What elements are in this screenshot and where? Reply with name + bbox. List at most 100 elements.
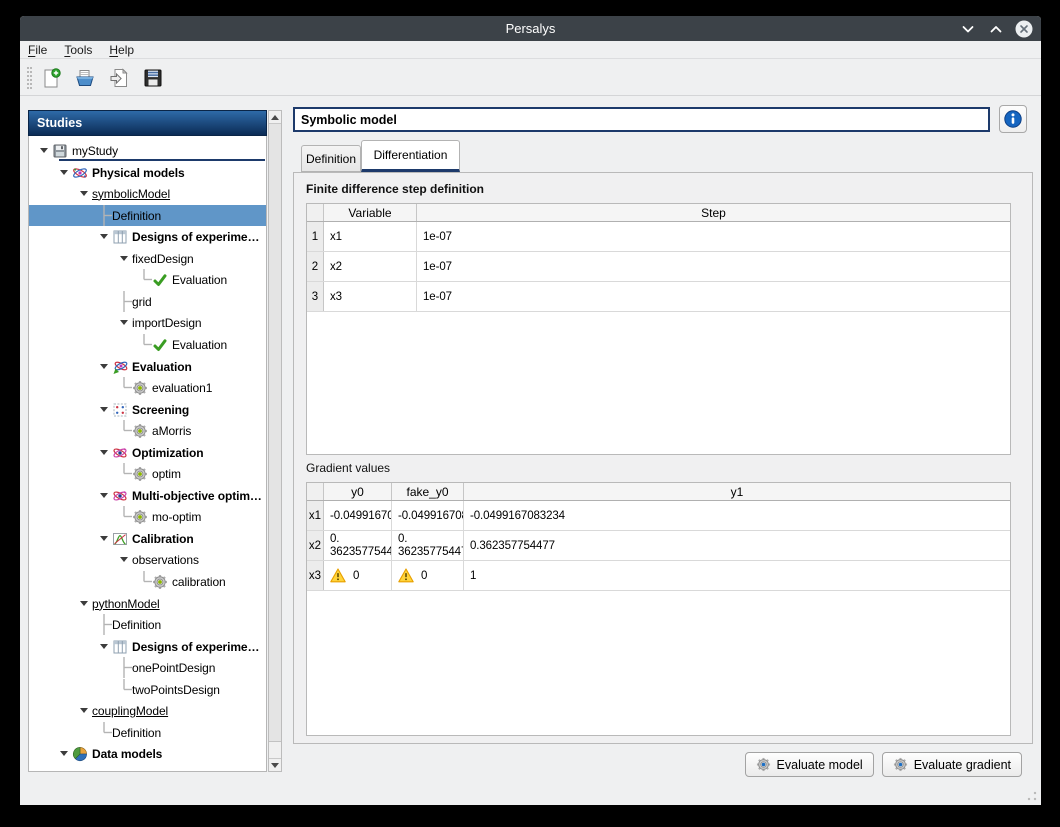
import-script-button[interactable] <box>107 66 131 90</box>
tree-item-fixeddesign[interactable]: fixedDesign <box>29 248 266 269</box>
tree-guide <box>116 420 132 441</box>
expander-icon[interactable] <box>76 183 92 204</box>
gradient-cell: 0 <box>392 561 464 590</box>
expander-icon[interactable] <box>116 312 132 333</box>
expander-icon[interactable] <box>96 356 112 377</box>
evaluate-gradient-button[interactable]: Evaluate gradient <box>882 752 1022 777</box>
tree-item-twopointsdesign[interactable]: twoPointsDesign <box>29 679 266 700</box>
tree-item-multi-objective-optim-[interactable]: Multi-objective optim… <box>29 485 266 506</box>
expander-icon[interactable] <box>96 485 112 506</box>
model-name-input[interactable] <box>293 107 990 132</box>
column-header: fake_y0 <box>392 483 464 500</box>
tab-differentiation[interactable]: Differentiation <box>361 140 460 172</box>
tree-guide <box>136 571 152 592</box>
tree-item-definition[interactable]: Definition <box>29 722 266 743</box>
tree-item-label: onePointDesign <box>132 661 217 675</box>
gear-icon <box>152 574 168 590</box>
tree-item-screening[interactable]: Screening <box>29 399 266 420</box>
scroll-up-icon[interactable] <box>269 111 281 124</box>
expander-icon[interactable] <box>76 765 92 772</box>
window-controls <box>959 16 1033 41</box>
tree-item-label: Optimization <box>132 446 205 460</box>
expander-icon[interactable] <box>36 140 52 161</box>
tree-item-label: mo-optim <box>152 510 203 524</box>
tree-item-calibration[interactable]: Calibration <box>29 528 266 549</box>
tree-item-observations[interactable]: observations <box>29 549 266 570</box>
expander-icon[interactable] <box>56 162 72 183</box>
tree-item-definition[interactable]: Definition <box>29 205 266 226</box>
tree-scrollbar[interactable] <box>268 110 282 772</box>
gradient-cell: 1 <box>464 561 1010 590</box>
tree-item-pythonmodel[interactable]: pythonModel <box>29 593 266 614</box>
toolbar-drag-handle[interactable] <box>27 67 32 89</box>
tree-item-physical-models[interactable]: Physical models <box>29 162 266 183</box>
info-button[interactable] <box>999 105 1027 133</box>
tree-item-amorris[interactable]: aMorris <box>29 420 266 441</box>
tree-item-designs-of-experime-[interactable]: Designs of experime… <box>29 226 266 247</box>
resize-grip[interactable] <box>1027 791 1037 801</box>
tree-guide <box>116 377 132 398</box>
expander-icon[interactable] <box>76 593 92 614</box>
app-window: Persalys FileToolsHelp Studies myStudyPh… <box>20 16 1041 805</box>
scroll-down-icon[interactable] <box>269 758 281 771</box>
gradient-cell: 0. 362357754477 <box>392 531 464 560</box>
tree-item-onepointdesign[interactable]: onePointDesign <box>29 657 266 678</box>
corner-cell <box>307 204 324 221</box>
tree-item-mystudy[interactable]: myStudy <box>29 140 266 161</box>
expander-icon[interactable] <box>96 226 112 247</box>
tab-definition[interactable]: Definition <box>301 145 361 172</box>
expander-icon[interactable] <box>116 549 132 570</box>
menu-item-tools[interactable]: Tools <box>64 43 92 57</box>
step-cell[interactable]: 1e-07 <box>417 282 1010 311</box>
expander-icon[interactable] <box>56 743 72 764</box>
tree-item-evaluation[interactable]: Evaluation <box>29 269 266 290</box>
tree-item-optimization[interactable]: Optimization <box>29 442 266 463</box>
minimize-button[interactable] <box>959 20 977 38</box>
expander-icon[interactable] <box>76 700 92 721</box>
open-study-button[interactable] <box>73 66 97 90</box>
step-cell[interactable]: 1e-07 <box>417 222 1010 251</box>
menu-bar: File Tools Help <box>20 41 1041 59</box>
tree-item-label: evaluation1 <box>152 381 214 395</box>
menu-item-help[interactable]: Help <box>109 43 134 57</box>
expander-icon[interactable] <box>96 399 112 420</box>
table-row: x20. 3623577544770. 3623577544770.362357… <box>307 531 1010 561</box>
close-button[interactable] <box>1015 20 1033 38</box>
tree-item-label: twoPointsDesign <box>132 683 222 697</box>
new-study-button[interactable] <box>39 66 63 90</box>
evaluate-model-button[interactable]: Evaluate model <box>745 752 874 777</box>
tree-item-evaluation[interactable]: Evaluation <box>29 334 266 355</box>
finite-difference-title: Finite difference step definition <box>306 182 484 196</box>
evaluation-icon <box>112 359 128 375</box>
expander-icon[interactable] <box>96 442 112 463</box>
tree-item-evaluation1[interactable]: evaluation1 <box>29 377 266 398</box>
tree-item-label: Designs of experime… <box>132 640 261 654</box>
expander-icon[interactable] <box>96 636 112 657</box>
title-bar[interactable]: Persalys <box>20 16 1041 41</box>
tree-item-optim[interactable]: optim <box>29 463 266 484</box>
tree-item-evaluation[interactable]: Evaluation <box>29 356 266 377</box>
gradient-value: 0.362357754477 <box>470 540 555 552</box>
tree-item-data-models[interactable]: Data models <box>29 743 266 764</box>
tree-guide <box>116 657 132 678</box>
tree-item-definition[interactable]: Definition <box>29 614 266 635</box>
tree-item-label: pythonModel <box>92 597 162 611</box>
menu-item-file[interactable]: File <box>28 43 47 57</box>
tree-item-symbolicmodel[interactable]: symbolicModel <box>29 183 266 204</box>
tree-item-grid[interactable]: grid <box>29 291 266 312</box>
tree-item-mo-optim[interactable]: mo-optim <box>29 506 266 527</box>
expander-icon[interactable] <box>96 528 112 549</box>
tree-item-fixeddatamodel[interactable]: fixedDataModel <box>29 765 266 772</box>
tree-item-calibration[interactable]: calibration <box>29 571 266 592</box>
scrollbar-thumb[interactable] <box>269 124 281 742</box>
table-row: 1x11e-07 <box>307 222 1010 252</box>
maximize-button[interactable] <box>987 20 1005 38</box>
expander-icon[interactable] <box>116 248 132 269</box>
tree-item-designs-of-experime-[interactable]: Designs of experime… <box>29 636 266 657</box>
save-study-button[interactable] <box>141 66 165 90</box>
tree-item-couplingmodel[interactable]: couplingModel <box>29 700 266 721</box>
gradient-cell: 0. 362357754477 <box>324 531 392 560</box>
step-cell[interactable]: 1e-07 <box>417 252 1010 281</box>
check-icon <box>152 272 168 288</box>
tree-item-importdesign[interactable]: importDesign <box>29 312 266 333</box>
